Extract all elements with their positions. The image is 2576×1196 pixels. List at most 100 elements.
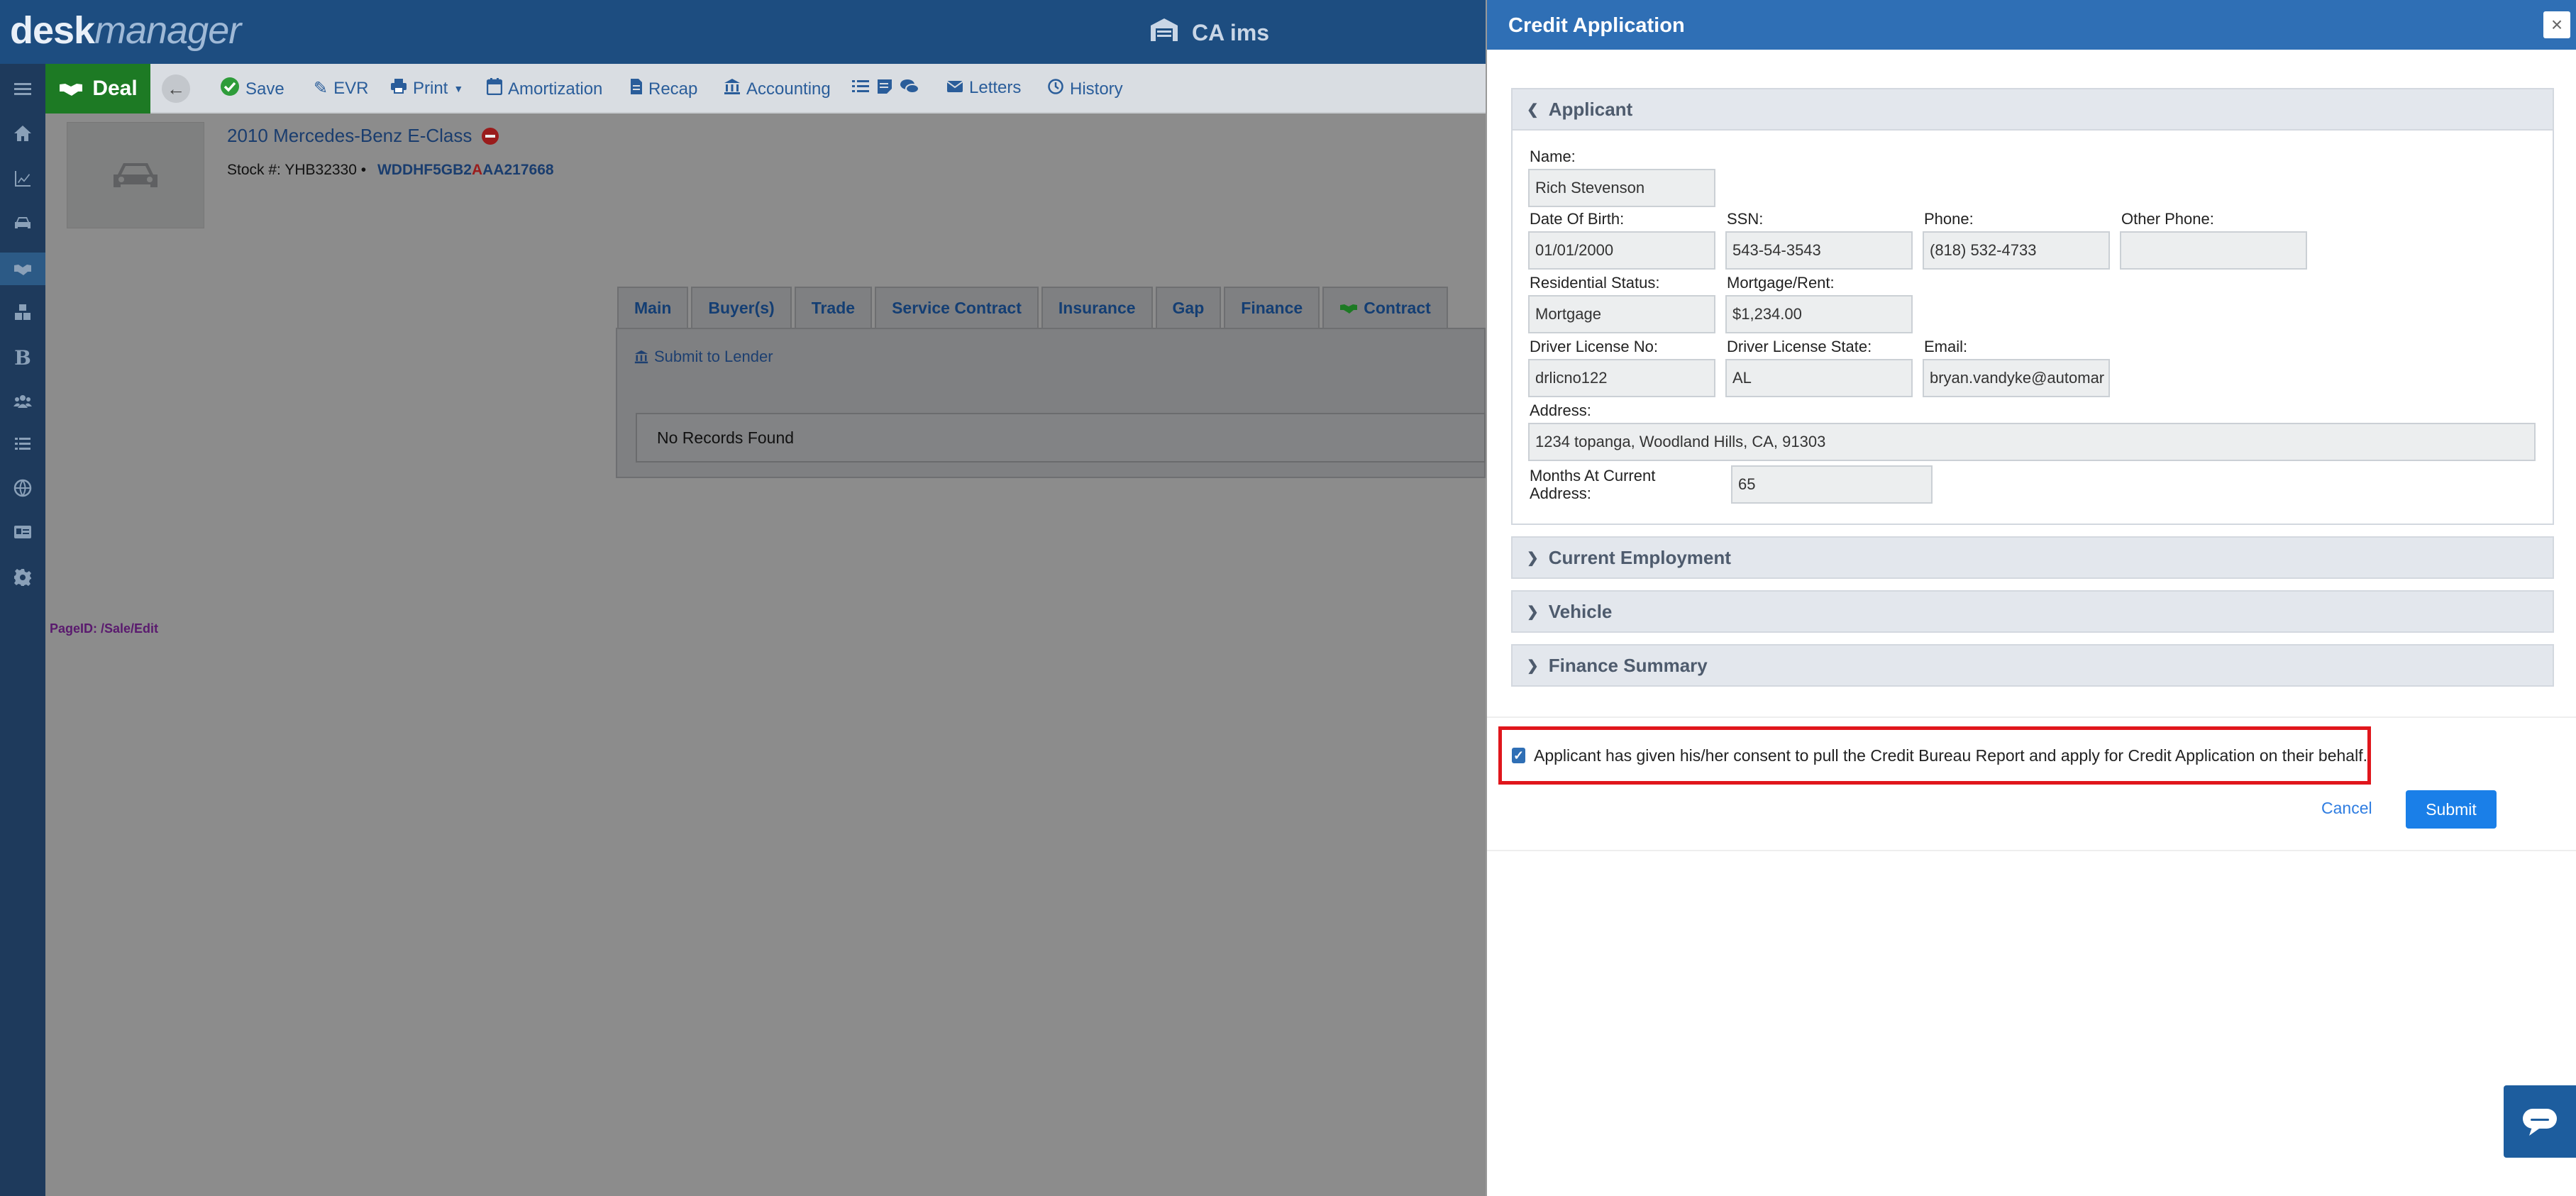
recap-button[interactable]: Recap [630, 78, 697, 100]
tab-contract[interactable]: Contract [1322, 287, 1448, 328]
tab-contract-label: Contract [1364, 298, 1431, 317]
print-icon [390, 78, 407, 99]
consent-checkbox[interactable]: ✓ [1512, 748, 1525, 763]
chevron-right-icon: ❯ [1527, 658, 1539, 674]
finance-summary-label: Finance Summary [1548, 654, 1708, 676]
driver-license-state-field[interactable]: AL [1725, 359, 1913, 397]
tab-main[interactable]: Main [617, 287, 689, 328]
app-logo[interactable]: deskmanager [10, 9, 241, 52]
ssn-label: SSN: [1727, 210, 1764, 228]
bank-icon [724, 78, 741, 100]
deals-handshake-icon[interactable] [0, 253, 45, 285]
evr-label: EVR [333, 78, 369, 98]
dob-field[interactable]: 01/01/2000 [1528, 231, 1715, 270]
history-label: History [1070, 79, 1123, 99]
quick-actions [851, 78, 919, 100]
months-at-address-field[interactable]: 65 [1731, 465, 1933, 504]
credit-application-modal: Credit Application × ❮ Applicant Name: R… [1486, 0, 2576, 1196]
store-selector[interactable]: CA ims [1149, 17, 1269, 48]
warehouse-icon [1149, 17, 1179, 48]
chart-icon[interactable] [10, 166, 35, 192]
mortgage-rent-field[interactable]: $1,234.00 [1725, 295, 1913, 333]
document-icon [630, 78, 643, 100]
email-field[interactable]: bryan.vandyke@automar [1923, 359, 2110, 397]
tab-finance[interactable]: Finance [1224, 287, 1320, 328]
id-card-icon[interactable] [10, 519, 35, 545]
tab-buyers[interactable]: Buyer(s) [691, 287, 792, 328]
name-field[interactable]: Rich Stevenson [1528, 169, 1715, 207]
applicant-header-label: Applicant [1548, 98, 1633, 120]
list-icon[interactable] [10, 431, 35, 457]
consent-footer: ✓ Applicant has given his/her consent to… [1487, 716, 2576, 851]
vin-value: WDDHF5GB2AAA217668 [377, 162, 554, 178]
note-icon[interactable] [877, 79, 892, 99]
cancel-button[interactable]: Cancel [2321, 799, 2372, 818]
customers-users-icon[interactable] [10, 389, 35, 414]
chat-bubbles-icon[interactable] [900, 78, 919, 100]
status-stop-icon [482, 127, 499, 145]
submit-to-lender-link[interactable]: Submit to Lender [634, 348, 773, 366]
residential-status-field[interactable]: Mortgage [1528, 295, 1715, 333]
ssn-field[interactable]: 543-54-3543 [1725, 231, 1913, 270]
close-icon[interactable]: × [2543, 11, 2570, 38]
checklist-icon[interactable] [851, 79, 870, 99]
deal-label: Deal [92, 77, 138, 100]
tab-service-contract[interactable]: Service Contract [875, 287, 1039, 328]
driver-license-no-field[interactable]: drlicno122 [1528, 359, 1715, 397]
history-button[interactable]: History [1047, 78, 1123, 100]
car-placeholder-icon [114, 163, 157, 187]
vehicle-title-text: 2010 Mercedes-Benz E-Class [227, 125, 472, 146]
stock-value: YHB32330 [284, 162, 357, 178]
email-label: Email: [1924, 338, 1968, 355]
vehicle-title[interactable]: 2010 Mercedes-Benz E-Class [227, 125, 499, 147]
check-circle-icon [220, 77, 240, 101]
modal-backdrop[interactable] [45, 113, 1486, 1196]
edit-icon: ✎ [314, 79, 328, 98]
home-icon[interactable] [10, 121, 35, 146]
tab-insurance[interactable]: Insurance [1041, 287, 1153, 328]
accounting-label: Accounting [746, 79, 831, 99]
submit-to-lender-label: Submit to Lender [654, 348, 773, 365]
bhph-b-icon[interactable]: B [10, 345, 35, 370]
inventory-boxes-icon[interactable] [10, 299, 35, 325]
recap-label: Recap [648, 79, 698, 99]
accounting-button[interactable]: Accounting [724, 78, 831, 100]
chat-widget-button[interactable] [2504, 1085, 2576, 1158]
evr-button[interactable]: ✎ EVR [314, 78, 368, 99]
address-field[interactable]: 1234 topanga, Woodland Hills, CA, 91303 [1528, 423, 2536, 461]
finance-summary-section-header[interactable]: ❯ Finance Summary [1511, 644, 2554, 687]
chevron-down-icon: ❮ [1527, 101, 1539, 118]
modal-title: Credit Application [1508, 14, 1685, 37]
deal-button[interactable]: Deal [45, 64, 150, 113]
applicant-section-header[interactable]: ❮ Applicant [1511, 88, 2554, 131]
tab-trade[interactable]: Trade [794, 287, 873, 328]
no-records-message: No Records Found [636, 413, 1486, 463]
phone-field[interactable]: (818) 532-4733 [1923, 231, 2110, 270]
other-phone-field[interactable] [2120, 231, 2307, 270]
submit-button[interactable]: Submit [2406, 790, 2497, 829]
name-label: Name: [1530, 148, 1576, 165]
amortization-button[interactable]: Amortization [486, 78, 602, 100]
dob-label: Date Of Birth: [1530, 210, 1625, 228]
letters-button[interactable]: Letters [946, 78, 1021, 98]
other-phone-label: Other Phone: [2121, 210, 2214, 228]
driver-license-state-label: Driver License State: [1727, 338, 1872, 355]
mortgage-rent-label: Mortgage/Rent: [1727, 274, 1835, 292]
applicant-section-body: Name: Rich Stevenson Date Of Birth: 01/0… [1511, 131, 2554, 525]
tab-gap[interactable]: Gap [1155, 287, 1222, 328]
letters-label: Letters [969, 78, 1022, 97]
hamburger-menu-icon[interactable] [10, 77, 35, 102]
consent-text: Applicant has given his/her consent to p… [1534, 746, 2367, 765]
print-button[interactable]: Print ▼ [390, 78, 463, 99]
vehicle-section-header[interactable]: ❯ Vehicle [1511, 590, 2554, 633]
globe-icon[interactable] [10, 475, 35, 501]
save-button[interactable]: Save [220, 77, 284, 101]
vehicle-label: Vehicle [1548, 600, 1613, 622]
car-icon[interactable] [10, 210, 35, 236]
caret-down-icon: ▼ [453, 82, 464, 94]
back-arrow-button[interactable]: ← [162, 74, 190, 103]
settings-gear-icon[interactable] [10, 565, 35, 590]
side-nav: B [0, 64, 45, 1196]
calendar-icon [486, 78, 503, 100]
current-employment-section-header[interactable]: ❯ Current Employment [1511, 536, 2554, 579]
